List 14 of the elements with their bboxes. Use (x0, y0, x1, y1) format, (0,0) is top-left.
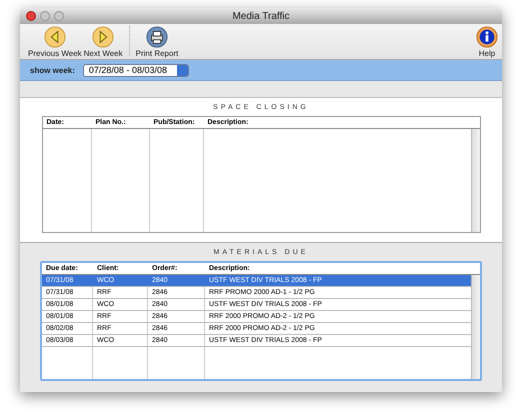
zoom-button[interactable] (54, 11, 64, 21)
week-dropdown[interactable]: 07/28/08 - 08/03/08 (82, 64, 189, 76)
minimize-button[interactable] (40, 11, 50, 21)
toolbar-button[interactable]: Print Report (136, 26, 178, 58)
scrollbar[interactable] (470, 129, 480, 232)
close-button[interactable] (26, 11, 36, 21)
toolbar-button[interactable]: Previous Week (28, 26, 82, 58)
window-title: Media Traffic (232, 10, 290, 22)
filter-label: show week: (30, 66, 75, 74)
help-button[interactable]: Help (476, 26, 498, 58)
printer-icon (146, 26, 168, 48)
scrollbar[interactable] (471, 275, 480, 379)
toolbar-button[interactable]: Next Week (84, 26, 123, 58)
info-icon (476, 26, 498, 48)
